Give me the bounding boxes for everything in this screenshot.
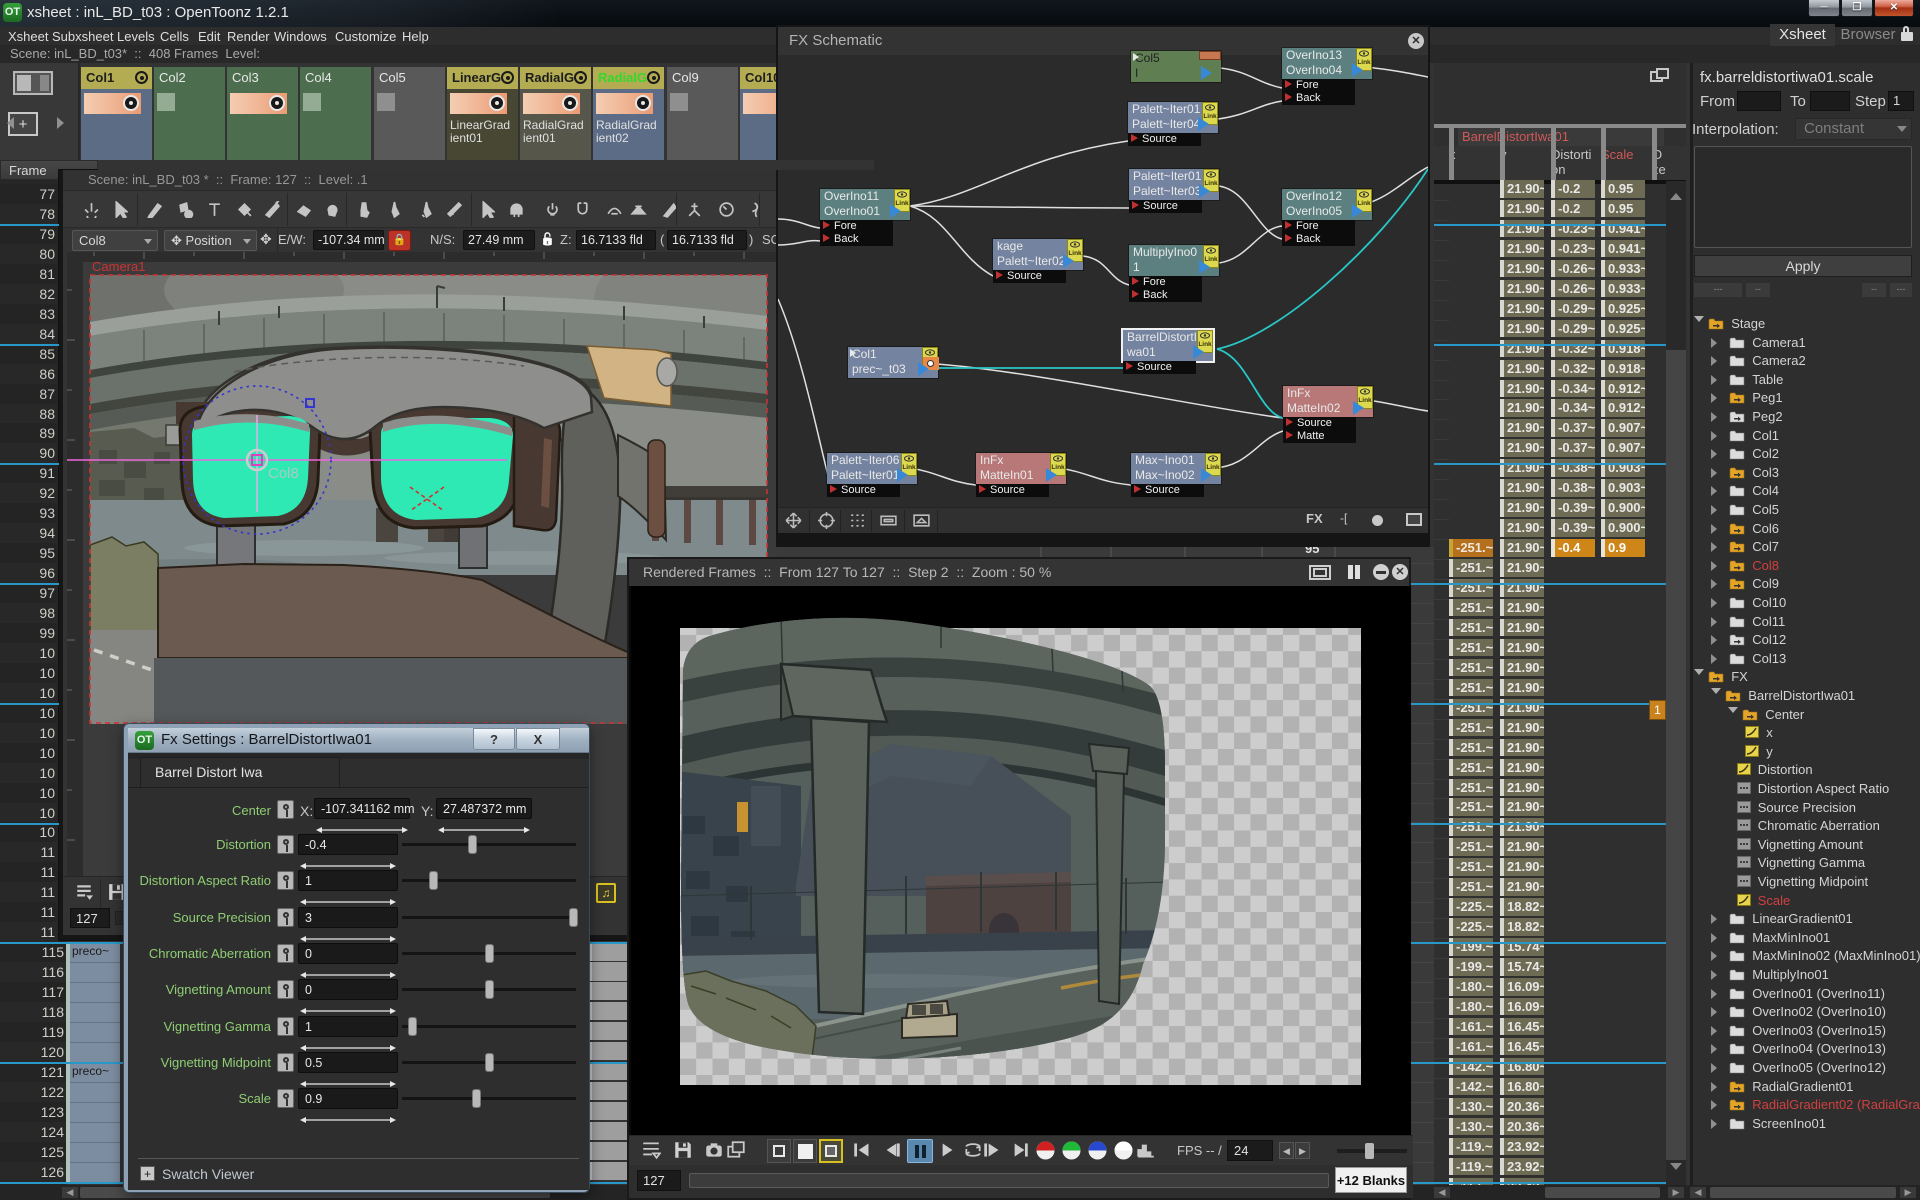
- svg-text:Col8: Col8: [268, 465, 299, 482]
- svg-text:Camera1: Camera1: [92, 259, 145, 274]
